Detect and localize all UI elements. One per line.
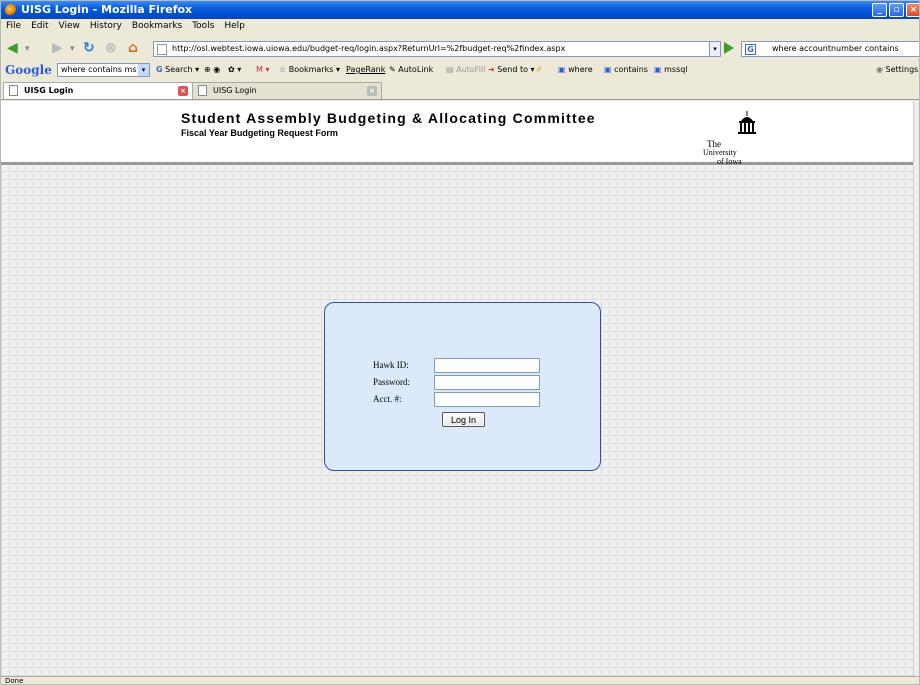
stop-icon[interactable]: ⊗ bbox=[105, 40, 117, 56]
tab-close-icon[interactable]: × bbox=[178, 86, 188, 96]
autofill-button[interactable]: ▤ AutoFill bbox=[446, 65, 485, 74]
pagerank-button[interactable]: PageRank bbox=[346, 65, 385, 74]
menu-bookmarks[interactable]: Bookmarks bbox=[127, 19, 187, 31]
browser-window: UISG Login - Mozilla Firefox _ ▫ × File E… bbox=[0, 0, 920, 685]
where-button[interactable]: ▣ where bbox=[558, 65, 593, 74]
home-icon[interactable]: ⌂ bbox=[128, 40, 138, 56]
back-dropdown-icon[interactable]: ▾ bbox=[25, 44, 30, 54]
reload-icon[interactable]: ↻ bbox=[83, 40, 95, 56]
gmail-icon[interactable]: M ▾ bbox=[256, 65, 269, 74]
title-bar: UISG Login - Mozilla Firefox _ ▫ × bbox=[1, 1, 919, 19]
tab-close-icon[interactable]: × bbox=[367, 86, 377, 96]
login-button[interactable]: Log In bbox=[442, 412, 485, 427]
password-label: Password: bbox=[373, 377, 411, 387]
highlighter-icon[interactable]: ✐ bbox=[536, 65, 543, 74]
window-title: UISG Login - Mozilla Firefox bbox=[21, 3, 193, 16]
page-icon bbox=[157, 44, 167, 55]
login-panel: Hawk ID: Password: Acct. #: Log In bbox=[324, 302, 601, 471]
google-search-combo[interactable]: where contains ms ▾ bbox=[57, 63, 150, 77]
back-icon[interactable]: ◀ bbox=[7, 40, 18, 56]
logo-of-iowa: of Iowa bbox=[717, 157, 742, 166]
pagerank-icon[interactable]: ⊕ ◉ bbox=[204, 65, 220, 74]
status-bar: Done bbox=[1, 676, 919, 685]
maximize-button[interactable]: ▫ bbox=[889, 3, 904, 17]
password-row: Password: bbox=[325, 375, 602, 391]
url-text: http://osl.webtest.iowa.uiowa.edu/budget… bbox=[172, 44, 566, 53]
page-icon bbox=[198, 85, 207, 96]
url-dropdown-button[interactable]: ▾ bbox=[709, 41, 721, 57]
combo-dropdown-icon[interactable]: ▾ bbox=[138, 64, 149, 76]
go-icon[interactable] bbox=[724, 42, 734, 54]
menu-edit[interactable]: Edit bbox=[26, 19, 53, 31]
menu-tools[interactable]: Tools bbox=[187, 19, 219, 31]
search-text: where accountnumber contains bbox=[772, 44, 899, 53]
tab-label: UISG Login bbox=[24, 86, 74, 95]
google-logo: Google bbox=[5, 63, 52, 77]
google-search-engine-icon[interactable]: G bbox=[745, 44, 756, 55]
page-scrollbar[interactable] bbox=[913, 101, 919, 676]
menu-history[interactable]: History bbox=[85, 19, 127, 31]
firefox-logo-icon bbox=[5, 4, 17, 16]
url-bar[interactable]: http://osl.webtest.iowa.uiowa.edu/budget… bbox=[153, 41, 711, 57]
bookmarks-button[interactable]: ☆ Bookmarks ▾ bbox=[279, 65, 340, 74]
page-header: Student Assembly Budgeting & Allocating … bbox=[1, 101, 913, 166]
page-title: Student Assembly Budgeting & Allocating … bbox=[181, 110, 596, 126]
google-search-combo-text: where contains ms bbox=[61, 65, 137, 74]
mssql-button[interactable]: ▣ mssql bbox=[654, 65, 688, 74]
acct-label: Acct. #: bbox=[373, 394, 402, 404]
navigation-toolbar: ◀ ▾ ▶ ▾ ↻ ⊗ ⌂ http://osl.webtest.iowa.ui… bbox=[1, 34, 919, 61]
popup-blocker-icon[interactable]: ✿ ▾ bbox=[228, 65, 241, 74]
forward-dropdown-icon[interactable]: ▾ bbox=[70, 44, 75, 54]
menu-file[interactable]: File bbox=[1, 19, 26, 31]
tab-uisg-login-1[interactable]: UISG Login × bbox=[3, 82, 193, 99]
menu-view[interactable]: View bbox=[54, 19, 85, 31]
acct-input[interactable] bbox=[434, 392, 540, 407]
close-button[interactable]: × bbox=[906, 3, 919, 17]
autolink-button[interactable]: ✎ AutoLink bbox=[389, 65, 433, 74]
search-bar[interactable]: G where accountnumber contains bbox=[741, 41, 919, 57]
university-logo: The University of Iowa bbox=[703, 111, 763, 166]
hawk-id-row: Hawk ID: bbox=[325, 358, 602, 374]
acct-row: Acct. #: bbox=[325, 392, 602, 408]
password-input[interactable] bbox=[434, 375, 540, 390]
google-search-button[interactable]: G Search ▾ bbox=[156, 65, 199, 74]
google-toolbar: Google where contains ms ▾ G Search ▾ ⊕ … bbox=[1, 61, 919, 80]
status-text: Done bbox=[5, 677, 24, 685]
menu-bar: File Edit View History Bookmarks Tools Help bbox=[1, 19, 919, 34]
page-icon bbox=[9, 85, 18, 96]
old-capitol-icon bbox=[738, 111, 756, 134]
hawk-id-input[interactable] bbox=[434, 358, 540, 373]
logo-university: University bbox=[703, 148, 737, 157]
menu-help[interactable]: Help bbox=[219, 19, 250, 31]
tab-label: UISG Login bbox=[213, 86, 257, 95]
page-subtitle: Fiscal Year Budgeting Request Form bbox=[181, 128, 338, 138]
send-to-button[interactable]: ➜ Send to ▾ bbox=[488, 65, 535, 74]
forward-icon[interactable]: ▶ bbox=[52, 40, 63, 56]
settings-button[interactable]: ◉ Settings bbox=[876, 65, 918, 74]
tab-bar: UISG Login × UISG Login × bbox=[1, 80, 919, 100]
contains-button[interactable]: ▣ contains bbox=[604, 65, 648, 74]
minimize-button[interactable]: _ bbox=[872, 3, 887, 17]
page-content: Student Assembly Budgeting & Allocating … bbox=[1, 101, 913, 676]
hawk-id-label: Hawk ID: bbox=[373, 360, 409, 370]
tab-uisg-login-2[interactable]: UISG Login × bbox=[192, 82, 382, 99]
